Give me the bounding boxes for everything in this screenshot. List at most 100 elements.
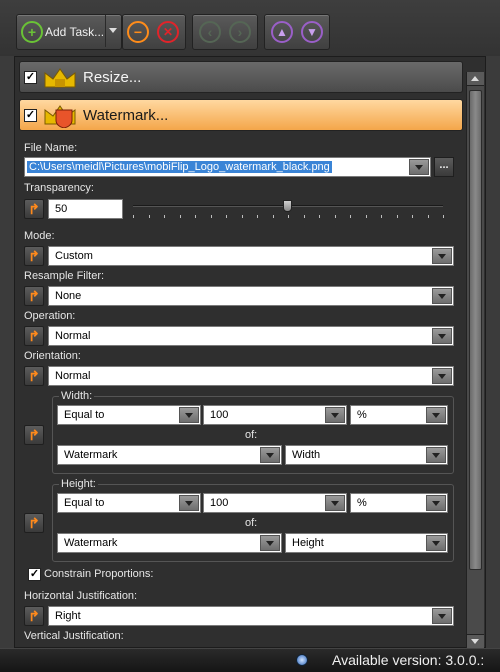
forward-icon[interactable]: › <box>229 21 251 43</box>
width-of-dimension-select[interactable]: Width <box>285 445 448 465</box>
operation-select[interactable]: Normal <box>48 326 454 346</box>
height-of-dimension-dropdown-icon[interactable] <box>426 535 446 551</box>
width-unit-select[interactable]: % <box>350 405 448 425</box>
height-reset-icon[interactable]: ↱ <box>24 513 44 533</box>
horizontal-justification-reset-icon[interactable]: ↱ <box>24 606 44 626</box>
add-icon[interactable]: + <box>21 21 43 43</box>
horizontal-justification-value: Right <box>55 610 81 622</box>
task-panel: ✓ Resize... ✓ Watermark... File Name: C:… <box>14 56 486 648</box>
orientation-reset-icon[interactable]: ↱ <box>24 366 44 386</box>
horizontal-justification-dropdown-icon[interactable] <box>432 608 452 624</box>
constrain-proportions-label: Constrain Proportions: <box>44 568 154 580</box>
move-down-icon[interactable]: ▼ <box>301 21 323 43</box>
mode-label: Mode: <box>24 230 55 242</box>
mode-value: Custom <box>55 250 93 262</box>
mode-dropdown-icon[interactable] <box>432 248 452 264</box>
orientation-dropdown-icon[interactable] <box>432 368 452 384</box>
height-of-source-value: Watermark <box>64 537 118 549</box>
back-icon[interactable]: ‹ <box>199 21 221 43</box>
height-unit-value: % <box>357 497 367 509</box>
slider-tick <box>443 215 444 218</box>
height-value-dropdown-icon[interactable] <box>325 495 345 511</box>
slider-tick <box>195 215 196 218</box>
resize-icon <box>44 68 76 88</box>
width-reset-icon[interactable]: ↱ <box>24 425 44 445</box>
horizontal-justification-select[interactable]: Right <box>48 606 454 626</box>
file-name-label: File Name: <box>24 142 78 154</box>
slider-tick <box>226 215 227 218</box>
remove-icon[interactable]: − <box>127 21 149 43</box>
width-value-dropdown-icon[interactable] <box>325 407 345 423</box>
width-unit-dropdown-icon[interactable] <box>426 407 446 423</box>
height-unit-dropdown-icon[interactable] <box>426 495 446 511</box>
height-operator-select[interactable]: Equal to <box>57 493 201 513</box>
height-of-dimension-select[interactable]: Height <box>285 533 448 553</box>
mode-reset-icon[interactable]: ↱ <box>24 246 44 266</box>
scroll-up-arrow[interactable] <box>467 72 484 86</box>
watermark-section-label: Watermark... <box>83 106 169 124</box>
transparency-input[interactable]: 50 <box>48 199 123 219</box>
width-value: 100 <box>210 409 229 421</box>
height-of-source-select[interactable]: Watermark <box>57 533 282 553</box>
toolbar: + Add Task... − ✕ ‹ › ▲ ▼ <box>0 0 500 56</box>
width-value-select[interactable]: 100 <box>203 405 347 425</box>
file-name-value: C:\Users\meidl\Pictures\mobiFlip_Logo_wa… <box>27 161 332 173</box>
delete-icon[interactable]: ✕ <box>157 21 179 43</box>
move-up-icon[interactable]: ▲ <box>271 21 293 43</box>
horizontal-justification-label: Horizontal Justification: <box>24 590 138 602</box>
resample-filter-dropdown-icon[interactable] <box>432 288 452 304</box>
slider-tick <box>303 215 305 218</box>
height-label: Height: <box>59 478 98 490</box>
slider-tick <box>412 215 413 218</box>
update-icon[interactable] <box>296 654 308 666</box>
operation-reset-icon[interactable]: ↱ <box>24 326 44 346</box>
watermark-section-header[interactable]: ✓ Watermark... <box>19 99 463 131</box>
height-of-label: of: <box>245 517 258 529</box>
resample-filter-select[interactable]: None <box>48 286 454 306</box>
scroll-down-arrow[interactable] <box>467 634 484 648</box>
resample-filter-reset-icon[interactable]: ↱ <box>24 286 44 306</box>
resample-filter-label: Resample Filter: <box>24 270 105 282</box>
width-of-source-dropdown-icon[interactable] <box>260 447 280 463</box>
add-task-button[interactable]: Add Task... <box>45 25 104 39</box>
height-operator-dropdown-icon[interactable] <box>179 495 199 511</box>
height-of-source-dropdown-icon[interactable] <box>260 535 280 551</box>
operation-value: Normal <box>55 330 91 342</box>
chevron-down-icon <box>109 28 117 33</box>
file-name-field[interactable]: C:\Users\meidl\Pictures\mobiFlip_Logo_wa… <box>24 157 431 177</box>
height-value-select[interactable]: 100 <box>203 493 347 513</box>
vertical-justification-label: Vertical Justification: <box>24 630 124 642</box>
watermark-checkbox[interactable]: ✓ <box>24 108 37 122</box>
width-operator-dropdown-icon[interactable] <box>179 407 199 423</box>
width-operator-select[interactable]: Equal to <box>57 405 201 425</box>
transparency-slider-thumb[interactable] <box>283 200 292 212</box>
width-of-source-select[interactable]: Watermark <box>57 445 282 465</box>
width-of-dimension-dropdown-icon[interactable] <box>426 447 446 463</box>
panel-scrollbar[interactable] <box>466 72 484 648</box>
width-unit-value: % <box>357 409 367 421</box>
add-task-dropdown[interactable] <box>105 15 120 47</box>
chevron-down-icon <box>471 639 479 644</box>
slider-tick <box>241 215 243 218</box>
operation-dropdown-icon[interactable] <box>432 328 452 344</box>
constrain-proportions-checkbox[interactable]: ✓ <box>28 568 41 581</box>
mode-select[interactable]: Custom <box>48 246 454 266</box>
resize-checkbox[interactable]: ✓ <box>24 70 37 84</box>
height-operator-value: Equal to <box>64 497 105 509</box>
slider-tick <box>179 215 181 218</box>
orientation-select[interactable]: Normal <box>48 366 454 386</box>
transparency-reset-icon[interactable]: ↱ <box>24 199 44 219</box>
scroll-thumb[interactable] <box>469 90 482 570</box>
navigation-group: ‹ › <box>192 14 258 50</box>
add-task-group: + Add Task... <box>16 14 122 50</box>
transparency-label: Transparency: <box>24 182 94 194</box>
remove-group: − ✕ <box>122 14 186 50</box>
height-unit-select[interactable]: % <box>350 493 448 513</box>
slider-tick <box>164 215 165 218</box>
resize-section-header[interactable]: ✓ Resize... <box>19 61 463 93</box>
slider-tick <box>334 215 336 218</box>
file-name-dropdown[interactable] <box>409 159 429 175</box>
available-version-text[interactable]: Available version: 3.0.0.: <box>332 652 484 668</box>
slider-tick <box>350 215 351 218</box>
browse-button[interactable]: ... <box>434 157 454 177</box>
